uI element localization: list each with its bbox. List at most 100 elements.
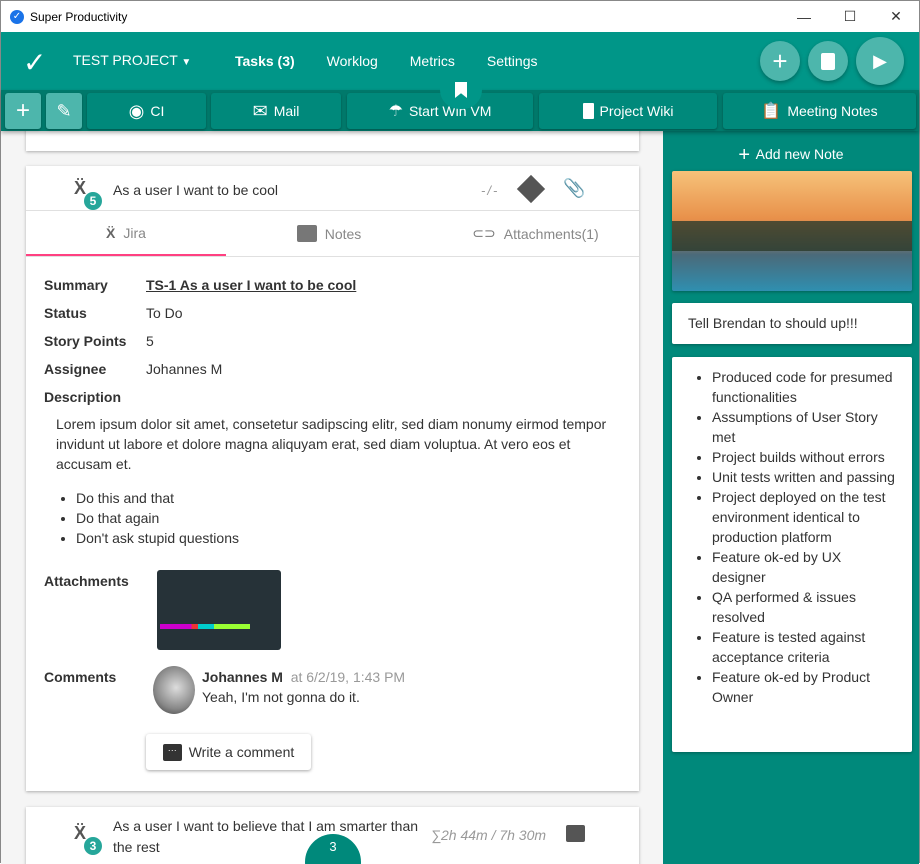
note-checklist[interactable]: Produced code for presumed functionaliti… xyxy=(672,357,912,752)
note[interactable]: Tell Brendan to should up!!! xyxy=(672,303,912,344)
story-points-label: Story Points xyxy=(44,333,127,349)
task-card-previous[interactable] xyxy=(26,131,639,151)
assignee-label: Assignee xyxy=(44,361,107,377)
checklist-item: QA performed & issues resolved xyxy=(712,587,896,627)
bookmark-mail[interactable]: ✉ Mail xyxy=(211,93,341,129)
project-select[interactable]: TEST PROJECT ▼ xyxy=(73,52,191,68)
mail-icon: ✉ xyxy=(252,100,268,121)
task-list: Ẍ5 As a user I want to be cool -/- 📎 Ẍ Ji… xyxy=(1,131,663,864)
checklist-item: Assumptions of User Story met xyxy=(712,407,896,447)
notes-icon[interactable] xyxy=(566,825,585,842)
beach-umbrella-icon: ☂ xyxy=(388,103,403,120)
jira-icon: Ẍ xyxy=(106,224,116,241)
attachment-icon[interactable]: 📎 xyxy=(563,178,585,199)
bookmark-label: CI xyxy=(150,103,165,119)
list-item: Don't ask stupid questions xyxy=(76,528,239,548)
nav-metrics[interactable]: Metrics xyxy=(410,53,455,69)
time-spent[interactable]: ∑2h 44m / 7h 30m xyxy=(431,827,546,843)
bookmark-project-wiki[interactable]: Project Wiki xyxy=(539,93,717,129)
jira-icon: Ẍ5 xyxy=(74,178,102,210)
note-icon xyxy=(296,225,317,242)
bookmark-toggle-button[interactable] xyxy=(440,71,482,109)
sub-task-count-badge: 3 xyxy=(84,837,102,855)
avatar xyxy=(153,666,195,714)
checklist-item: Feature ok-ed by Product Owner xyxy=(712,667,896,707)
note-text: Tell Brendan to should up!!! xyxy=(688,315,858,331)
window-title: Super Productivity xyxy=(30,9,128,24)
nav-worklog[interactable]: Worklog xyxy=(327,53,378,69)
sub-task-count-badge: 5 xyxy=(84,192,102,210)
status-value: To Do xyxy=(146,305,183,321)
attachment-icon: ⊂⊃ xyxy=(472,225,496,241)
checklist: Produced code for presumed functionaliti… xyxy=(692,367,896,707)
comment-author: Johannes M xyxy=(202,669,283,685)
task-card-expanded: Ẍ5 As a user I want to be cool -/- 📎 Ẍ Ji… xyxy=(26,166,639,791)
task-title[interactable]: As a user I want to believe that I am sm… xyxy=(113,816,433,858)
add-note-button[interactable]: + Add new Note xyxy=(663,144,919,167)
bookmark-meeting-notes[interactable]: 📋 Meeting Notes xyxy=(723,93,916,129)
dropdown-icon: ▼ xyxy=(181,57,192,68)
comments-label: Comments xyxy=(44,669,117,685)
title-bar: ✓ Super Productivity — ☐ ✕ xyxy=(1,1,919,32)
description-text: Lorem ipsum dolor sit amet, consetetur s… xyxy=(56,416,607,472)
note-icon xyxy=(821,52,835,70)
nav-settings[interactable]: Settings xyxy=(487,53,538,69)
attachments-label: Attachments xyxy=(44,573,129,589)
logo-check-icon[interactable]: ✓ xyxy=(23,46,46,79)
attachment-thumbnail[interactable] xyxy=(157,570,281,650)
comment: Johannes M at 6/2/19, 1:43 PM Yeah, I'm … xyxy=(202,669,405,705)
tab-label: Jira xyxy=(123,224,146,241)
backlog-count: 3 xyxy=(329,839,337,854)
bookmark-label: Meeting Notes xyxy=(787,103,878,119)
jira-icon: Ẍ3 xyxy=(74,823,102,855)
main-nav: Tasks (3) Worklog Metrics Settings xyxy=(235,53,537,69)
nav-tasks[interactable]: Tasks (3) xyxy=(235,53,295,69)
comment-icon: ··· xyxy=(162,743,182,761)
summary-label: Summary xyxy=(44,277,108,293)
edit-bookmarks-button[interactable]: ✎ xyxy=(46,93,82,129)
play-icon: ▶ xyxy=(873,50,887,71)
write-comment-button[interactable]: ··· Write a comment xyxy=(146,734,311,770)
close-button[interactable]: ✕ xyxy=(873,1,919,32)
assignee-value: Johannes M xyxy=(146,361,223,377)
description-list: Do this and that Do that again Don't ask… xyxy=(56,488,239,548)
bookmark-start-win-vm[interactable]: ☂ Start Win VM xyxy=(347,93,533,129)
checklist-item: Unit tests written and passing xyxy=(712,467,896,487)
pencil-icon: ✎ xyxy=(56,100,72,121)
comment-time: at 6/2/19, 1:43 PM xyxy=(290,669,406,685)
add-task-button[interactable]: + xyxy=(760,41,800,81)
jira-issue-icon[interactable] xyxy=(516,174,546,204)
checklist-item: Produced code for presumed functionaliti… xyxy=(712,367,896,407)
tab-attachments[interactable]: ⊂⊃ Attachments(1) xyxy=(432,211,639,256)
note-image[interactable] xyxy=(672,171,912,291)
checklist-item: Feature is tested against acceptance cri… xyxy=(712,627,896,667)
clipboard-icon: 📋 xyxy=(761,103,782,120)
add-bookmark-button[interactable]: + xyxy=(5,93,41,129)
book-icon xyxy=(582,103,594,119)
write-comment-label: Write a comment xyxy=(188,744,295,760)
notes-toggle-button[interactable] xyxy=(808,41,848,81)
checklist-item: Feature ok-ed by UX designer xyxy=(712,547,896,587)
issue-link[interactable]: TS-1 As a user I want to be cool xyxy=(146,277,356,293)
project-name: TEST PROJECT xyxy=(73,52,178,68)
checklist-item: Project builds without errors xyxy=(712,447,896,467)
tab-notes[interactable]: Notes xyxy=(226,211,432,256)
bookmark-label: Mail xyxy=(273,103,300,119)
time-estimate[interactable]: -/- xyxy=(481,183,499,198)
play-button[interactable]: ▶ xyxy=(856,37,904,85)
plus-icon: + xyxy=(738,144,756,166)
bookmark-label: Project Wiki xyxy=(599,103,674,119)
tab-jira[interactable]: Ẍ Jira xyxy=(26,211,226,256)
plus-icon: + xyxy=(15,97,30,124)
checklist-item: Project deployed on the test environment… xyxy=(712,487,896,547)
bookmark-ci[interactable]: ◉ CI xyxy=(87,93,206,129)
task-title[interactable]: As a user I want to be cool xyxy=(113,182,278,198)
bookmark-icon xyxy=(455,82,467,98)
minimize-button[interactable]: — xyxy=(781,1,827,32)
status-label: Status xyxy=(44,305,87,321)
list-item: Do this and that xyxy=(76,488,239,508)
tab-label: Notes xyxy=(324,225,362,242)
maximize-button[interactable]: ☐ xyxy=(827,1,873,32)
story-points-value: 5 xyxy=(146,333,154,349)
radio-target-icon: ◉ xyxy=(128,100,145,121)
